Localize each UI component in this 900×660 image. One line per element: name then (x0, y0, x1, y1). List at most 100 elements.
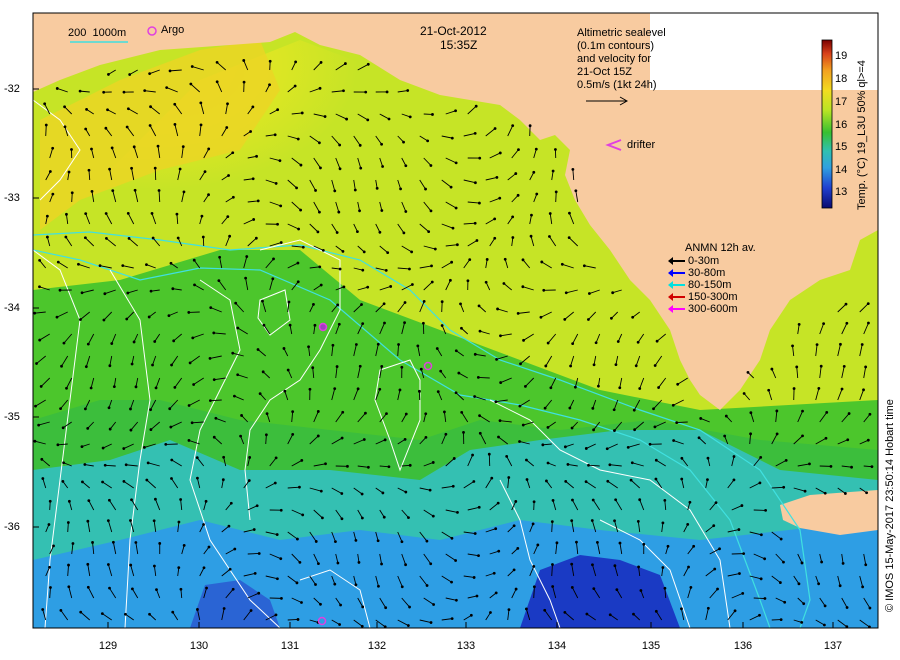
velocity-vector-head (345, 117, 349, 121)
velocity-vector-head (448, 278, 452, 282)
velocity-vector-head (37, 423, 41, 427)
velocity-vector-head (516, 193, 520, 197)
velocity-vector-head (49, 586, 52, 589)
velocity-vector-head (454, 206, 458, 210)
velocity-vector-head (567, 236, 571, 240)
y-tick-label: -32 (4, 83, 20, 95)
velocity-vector-head (440, 324, 444, 327)
velocity-vector-head (742, 552, 746, 556)
velocity-vector-head (376, 539, 380, 543)
velocity-vector-head (493, 127, 497, 130)
velocity-vector-head (43, 102, 47, 106)
velocity-vector-head (546, 461, 550, 465)
velocity-vector-head (477, 554, 480, 558)
velocity-vector-head (375, 186, 379, 190)
velocity-vector-head (38, 259, 42, 262)
velocity-vector-head (106, 108, 109, 112)
velocity-vector-head (361, 268, 365, 272)
velocity-vector-head (454, 349, 458, 353)
velocity-vector-head (274, 182, 278, 185)
velocity-vector-head (384, 606, 388, 610)
velocity-vector-head (399, 187, 402, 191)
velocity-vector-head (663, 586, 667, 590)
velocity-vector-head (546, 341, 550, 345)
velocity-vector-head (65, 386, 68, 390)
velocity-vector-head (268, 83, 271, 87)
velocity-vector-head (528, 124, 532, 128)
velocity-vector-head (248, 456, 252, 459)
velocity-vector-head (522, 338, 525, 342)
velocity-vector-head (274, 613, 278, 617)
velocity-vector-head (386, 251, 390, 255)
velocity-vector-head (129, 407, 132, 411)
velocity-vector-head (499, 381, 503, 384)
velocity-vector-head (540, 260, 544, 264)
argo-float-marker[interactable] (318, 322, 328, 332)
velocity-vector-head (542, 288, 546, 292)
velocity-vector (478, 376, 490, 379)
velocity-vector-head (296, 280, 300, 284)
velocity-vector-head (838, 584, 842, 588)
velocity-vector-head (364, 411, 367, 415)
velocity-vector-head (70, 191, 74, 195)
velocity-vector-head (164, 442, 168, 446)
velocity-vector-head (452, 457, 456, 460)
velocity-vector-head (844, 302, 848, 306)
velocity-vector-head (841, 561, 845, 565)
velocity-vector-head (612, 408, 616, 412)
velocity-vector-head (344, 62, 347, 65)
velocity-vector-head (443, 410, 446, 414)
velocity-vector-head (331, 343, 335, 347)
velocity-vector-head (636, 520, 640, 523)
velocity-vector-head (407, 516, 410, 519)
velocity-vector-head (279, 241, 283, 244)
velocity-vector-head (131, 587, 134, 591)
map-date: 21-Oct-2012 (420, 24, 487, 38)
velocity-vector-head (477, 201, 481, 205)
velocity-vector-head (377, 584, 380, 588)
velocity-vector-head (81, 480, 84, 484)
velocity-vector-head (563, 317, 567, 321)
velocity-vector-head (319, 61, 323, 64)
velocity-vector-head (475, 239, 479, 242)
velocity-vector-head (688, 500, 692, 504)
velocity-vector-head (48, 499, 52, 503)
velocity-vector-head (357, 561, 361, 564)
velocity-vector-head (516, 546, 520, 550)
velocity-vector-head (84, 212, 88, 216)
velocity-vector-head (170, 363, 173, 367)
velocity-vector-head (291, 433, 295, 436)
velocity-vector-head (387, 465, 391, 469)
velocity-vector-head (406, 89, 410, 92)
altimetry-note-line: 0.5m/s (1kt 24h) (577, 79, 657, 91)
velocity-vector-head (474, 181, 477, 185)
velocity-vector-head (575, 540, 578, 544)
velocity-vector-head (273, 133, 277, 137)
velocity-vector-head (300, 601, 303, 604)
velocity-vector-head (354, 539, 358, 542)
velocity-vector-head (652, 407, 655, 411)
velocity-vector-head (170, 458, 174, 462)
x-tick-label: 131 (280, 640, 300, 652)
velocity-vector-head (845, 321, 849, 325)
velocity-vector-head (145, 263, 148, 267)
velocity-vector-head (797, 582, 801, 586)
velocity-vector-head (867, 321, 870, 325)
velocity-vector-head (33, 311, 37, 315)
velocity-vector-head (485, 258, 489, 261)
velocity-vector-head (584, 447, 588, 450)
velocity-vector-head (498, 419, 502, 423)
velocity-vector-head (86, 426, 90, 430)
velocity-vector-head (759, 577, 763, 581)
velocity-vector-head (112, 385, 116, 389)
velocity-vector-head (155, 588, 158, 592)
velocity-vector-head (150, 212, 154, 215)
velocity-vector-head (296, 137, 300, 141)
velocity-vector-head (473, 395, 477, 398)
velocity-vector-head (842, 364, 846, 368)
velocity-vector-head (466, 279, 470, 283)
velocity-vector-head (86, 562, 90, 566)
velocity-vector-head (530, 213, 533, 217)
velocity-vector-head (476, 376, 480, 379)
velocity-vector-head (111, 189, 115, 193)
